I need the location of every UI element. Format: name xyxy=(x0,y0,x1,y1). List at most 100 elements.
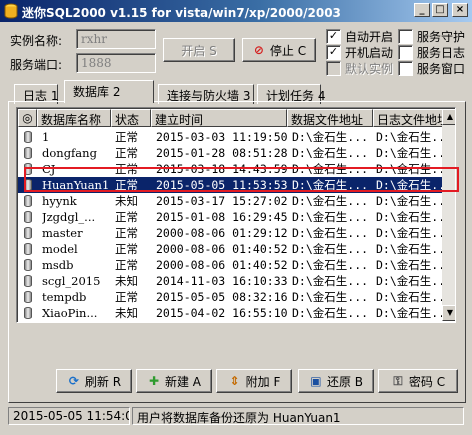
cell-data: D:\金石生... xyxy=(292,146,369,160)
cell-name: scgl_2015 xyxy=(42,274,101,288)
checkbox-checked-icon[interactable]: ✓ xyxy=(326,45,341,60)
cell-name: dongfang xyxy=(42,146,97,160)
cell-status: 未知 xyxy=(115,194,138,208)
checkbox-empty[interactable] xyxy=(326,61,341,76)
cell-status: 未知 xyxy=(115,306,138,320)
start-service-button[interactable]: 开启 S xyxy=(163,38,235,62)
cell-data: D:\金石生... xyxy=(292,226,369,240)
checkbox-empty[interactable] xyxy=(398,45,413,60)
option-3[interactable]: 服务日志 xyxy=(398,44,465,61)
instance-name-input[interactable]: rxhr xyxy=(76,29,156,49)
cell-name: msdb xyxy=(42,258,74,272)
checkbox-empty[interactable] xyxy=(398,29,413,44)
cell-data: D:\金石生... xyxy=(292,130,369,144)
header-icon-column[interactable]: ◎ xyxy=(18,109,37,127)
table-row[interactable]: XiaoPin... 未知 2015-04-02 16:55:10 D:\金石生...… xyxy=(18,305,452,321)
column-header[interactable]: 日志文件地址 xyxy=(373,109,443,127)
table-row[interactable]: model 正常 2000-08-06 01:40:52 D:\金石生... D:\金石… xyxy=(18,241,452,257)
database-list[interactable]: ◎ 数据库名称 状态 建立时间 数据文件地址 日志文件地址 1 正常 2015-03-03 … xyxy=(16,107,456,323)
cell-name: CJ xyxy=(42,162,56,176)
database-icon xyxy=(24,195,32,207)
table-row[interactable]: hyynk 未知 2015-03-17 15:27:02 D:\金石生... D:\金石… xyxy=(18,193,452,209)
cell-status: 正常 xyxy=(115,210,138,224)
column-header[interactable]: 数据文件地址 xyxy=(287,109,373,127)
option-label: 开机启动 xyxy=(345,46,394,60)
cell-data: D:\金石生... xyxy=(292,306,369,320)
cell-name: 1 xyxy=(42,130,50,144)
vertical-scrollbar[interactable]: ▲ ▼ xyxy=(442,109,455,321)
cell-data: D:\金石生... xyxy=(292,210,369,224)
checkbox-checked-icon[interactable]: ✓ xyxy=(326,29,341,44)
checkbox-empty[interactable] xyxy=(398,61,413,76)
close-button[interactable]: × xyxy=(452,3,468,17)
cell-status: 正常 xyxy=(115,162,138,176)
option-0[interactable]: ✓ 自动开启 xyxy=(326,28,393,45)
maximize-button[interactable]: □ xyxy=(432,3,448,17)
service-port-input[interactable]: 1888 xyxy=(76,53,156,73)
cell-status: 正常 xyxy=(115,178,138,192)
scroll-up-arrow-icon[interactable]: ▲ xyxy=(442,109,455,125)
title-bar[interactable]: 迷你SQL2000 v1.15 for vista/win7/xp/2000/2… xyxy=(0,0,472,22)
cell-time: 2000-08-06 01:29:12 xyxy=(156,226,288,240)
cell-status: 正常 xyxy=(115,130,138,144)
cell-time: 2015-03-18 14:43:59 xyxy=(156,162,288,176)
column-header[interactable]: 建立时间 xyxy=(151,109,287,127)
cell-name: tempdb xyxy=(42,290,87,304)
cell-time: 2015-05-05 11:53:53 xyxy=(156,178,288,192)
table-row[interactable]: msdb 正常 2000-08-06 01:40:52 D:\金石生... D:\金石生… xyxy=(18,257,452,273)
cell-name: XiaoPin... xyxy=(42,306,98,320)
column-header[interactable]: 状态 xyxy=(111,109,151,127)
option-2[interactable]: ✓ 开机启动 xyxy=(326,44,393,61)
database-icon xyxy=(24,163,32,175)
table-row[interactable]: 1 正常 2015-03-03 11:19:50 D:\金石生... D:\金石生... xyxy=(18,129,452,145)
cell-time: 2015-04-02 16:55:10 xyxy=(156,306,288,320)
database-icon xyxy=(24,243,32,255)
cell-name: model xyxy=(42,242,78,256)
cell-time: 2000-08-06 01:40:52 xyxy=(156,242,288,256)
stop-service-button[interactable]: ⊘ 停止 C xyxy=(242,38,316,62)
table-row[interactable]: HuanYuan1 正常 2015-05-05 11:53:53 D:\金石生... D… xyxy=(18,177,452,193)
cell-data: D:\金石生... xyxy=(292,290,369,304)
cell-data: D:\金石生... xyxy=(292,162,369,176)
database-icon xyxy=(24,275,32,287)
cell-name: hyynk xyxy=(42,194,77,208)
table-row[interactable]: CJ 正常 2015-03-18 14:43:59 D:\金石生... D:\金石生..… xyxy=(18,161,452,177)
instance-name-label: 实例名称: xyxy=(10,34,63,48)
cell-data: D:\金石生... xyxy=(292,274,369,288)
table-row[interactable]: scgl_2015 未知 2014-11-03 16:10:33 D:\金石生... D… xyxy=(18,273,452,289)
column-header[interactable]: 数据库名称 xyxy=(37,109,111,127)
cell-name: master xyxy=(42,226,83,240)
option-label: 服务窗口 xyxy=(417,62,466,76)
option-label: 服务日志 xyxy=(417,46,466,60)
start-button-label: 开启 S xyxy=(181,43,217,58)
stop-button-label: 停止 C xyxy=(269,43,307,58)
status-bar: 2015-05-05 11:54:07 用户将数据库备份还原为 HuanYuan… xyxy=(0,405,472,435)
database-icon xyxy=(24,307,32,319)
table-row[interactable]: Jzgdgl_... 正常 2015-01-08 16:29:45 D:\金石生...… xyxy=(18,209,452,225)
minimize-button[interactable]: _ xyxy=(414,3,430,17)
scroll-down-arrow-icon[interactable]: ▼ xyxy=(442,305,455,321)
cell-time: 2015-01-08 16:29:45 xyxy=(156,210,288,224)
table-row[interactable]: tempdb 正常 2015-05-05 08:32:16 D:\金石生... D:\金… xyxy=(18,289,452,305)
database-icon xyxy=(24,131,32,143)
cell-time: 2015-01-28 08:51:28 xyxy=(156,146,288,160)
cell-data: D:\金石生... xyxy=(292,242,369,256)
option-5[interactable]: 服务窗口 xyxy=(398,60,465,77)
status-message: 用户将数据库备份还原为 HuanYuan1 xyxy=(132,407,464,425)
tab-1[interactable]: 数据库 2 xyxy=(64,80,154,103)
cell-data: D:\金石生... xyxy=(292,258,369,272)
cell-status: 未知 xyxy=(115,274,138,288)
app-icon xyxy=(4,3,18,19)
cell-name: Jzgdgl_... xyxy=(42,210,96,224)
option-1[interactable]: 服务守护 xyxy=(398,28,465,45)
cell-data: D:\金石生... xyxy=(292,178,369,192)
database-icon xyxy=(24,179,32,191)
option-label: 默认实例 xyxy=(345,62,394,76)
cell-status: 正常 xyxy=(115,290,138,304)
database-icon xyxy=(24,259,32,271)
cell-status: 正常 xyxy=(115,226,138,240)
table-row[interactable]: master 正常 2000-08-06 01:29:12 D:\金石生... D:\金… xyxy=(18,225,452,241)
table-row[interactable]: dongfang 正常 2015-01-28 08:51:28 D:\金石生... D:… xyxy=(18,145,452,161)
window-title: 迷你SQL2000 v1.15 for vista/win7/xp/2000/2… xyxy=(22,6,341,20)
option-4[interactable]: 默认实例 xyxy=(326,60,393,77)
